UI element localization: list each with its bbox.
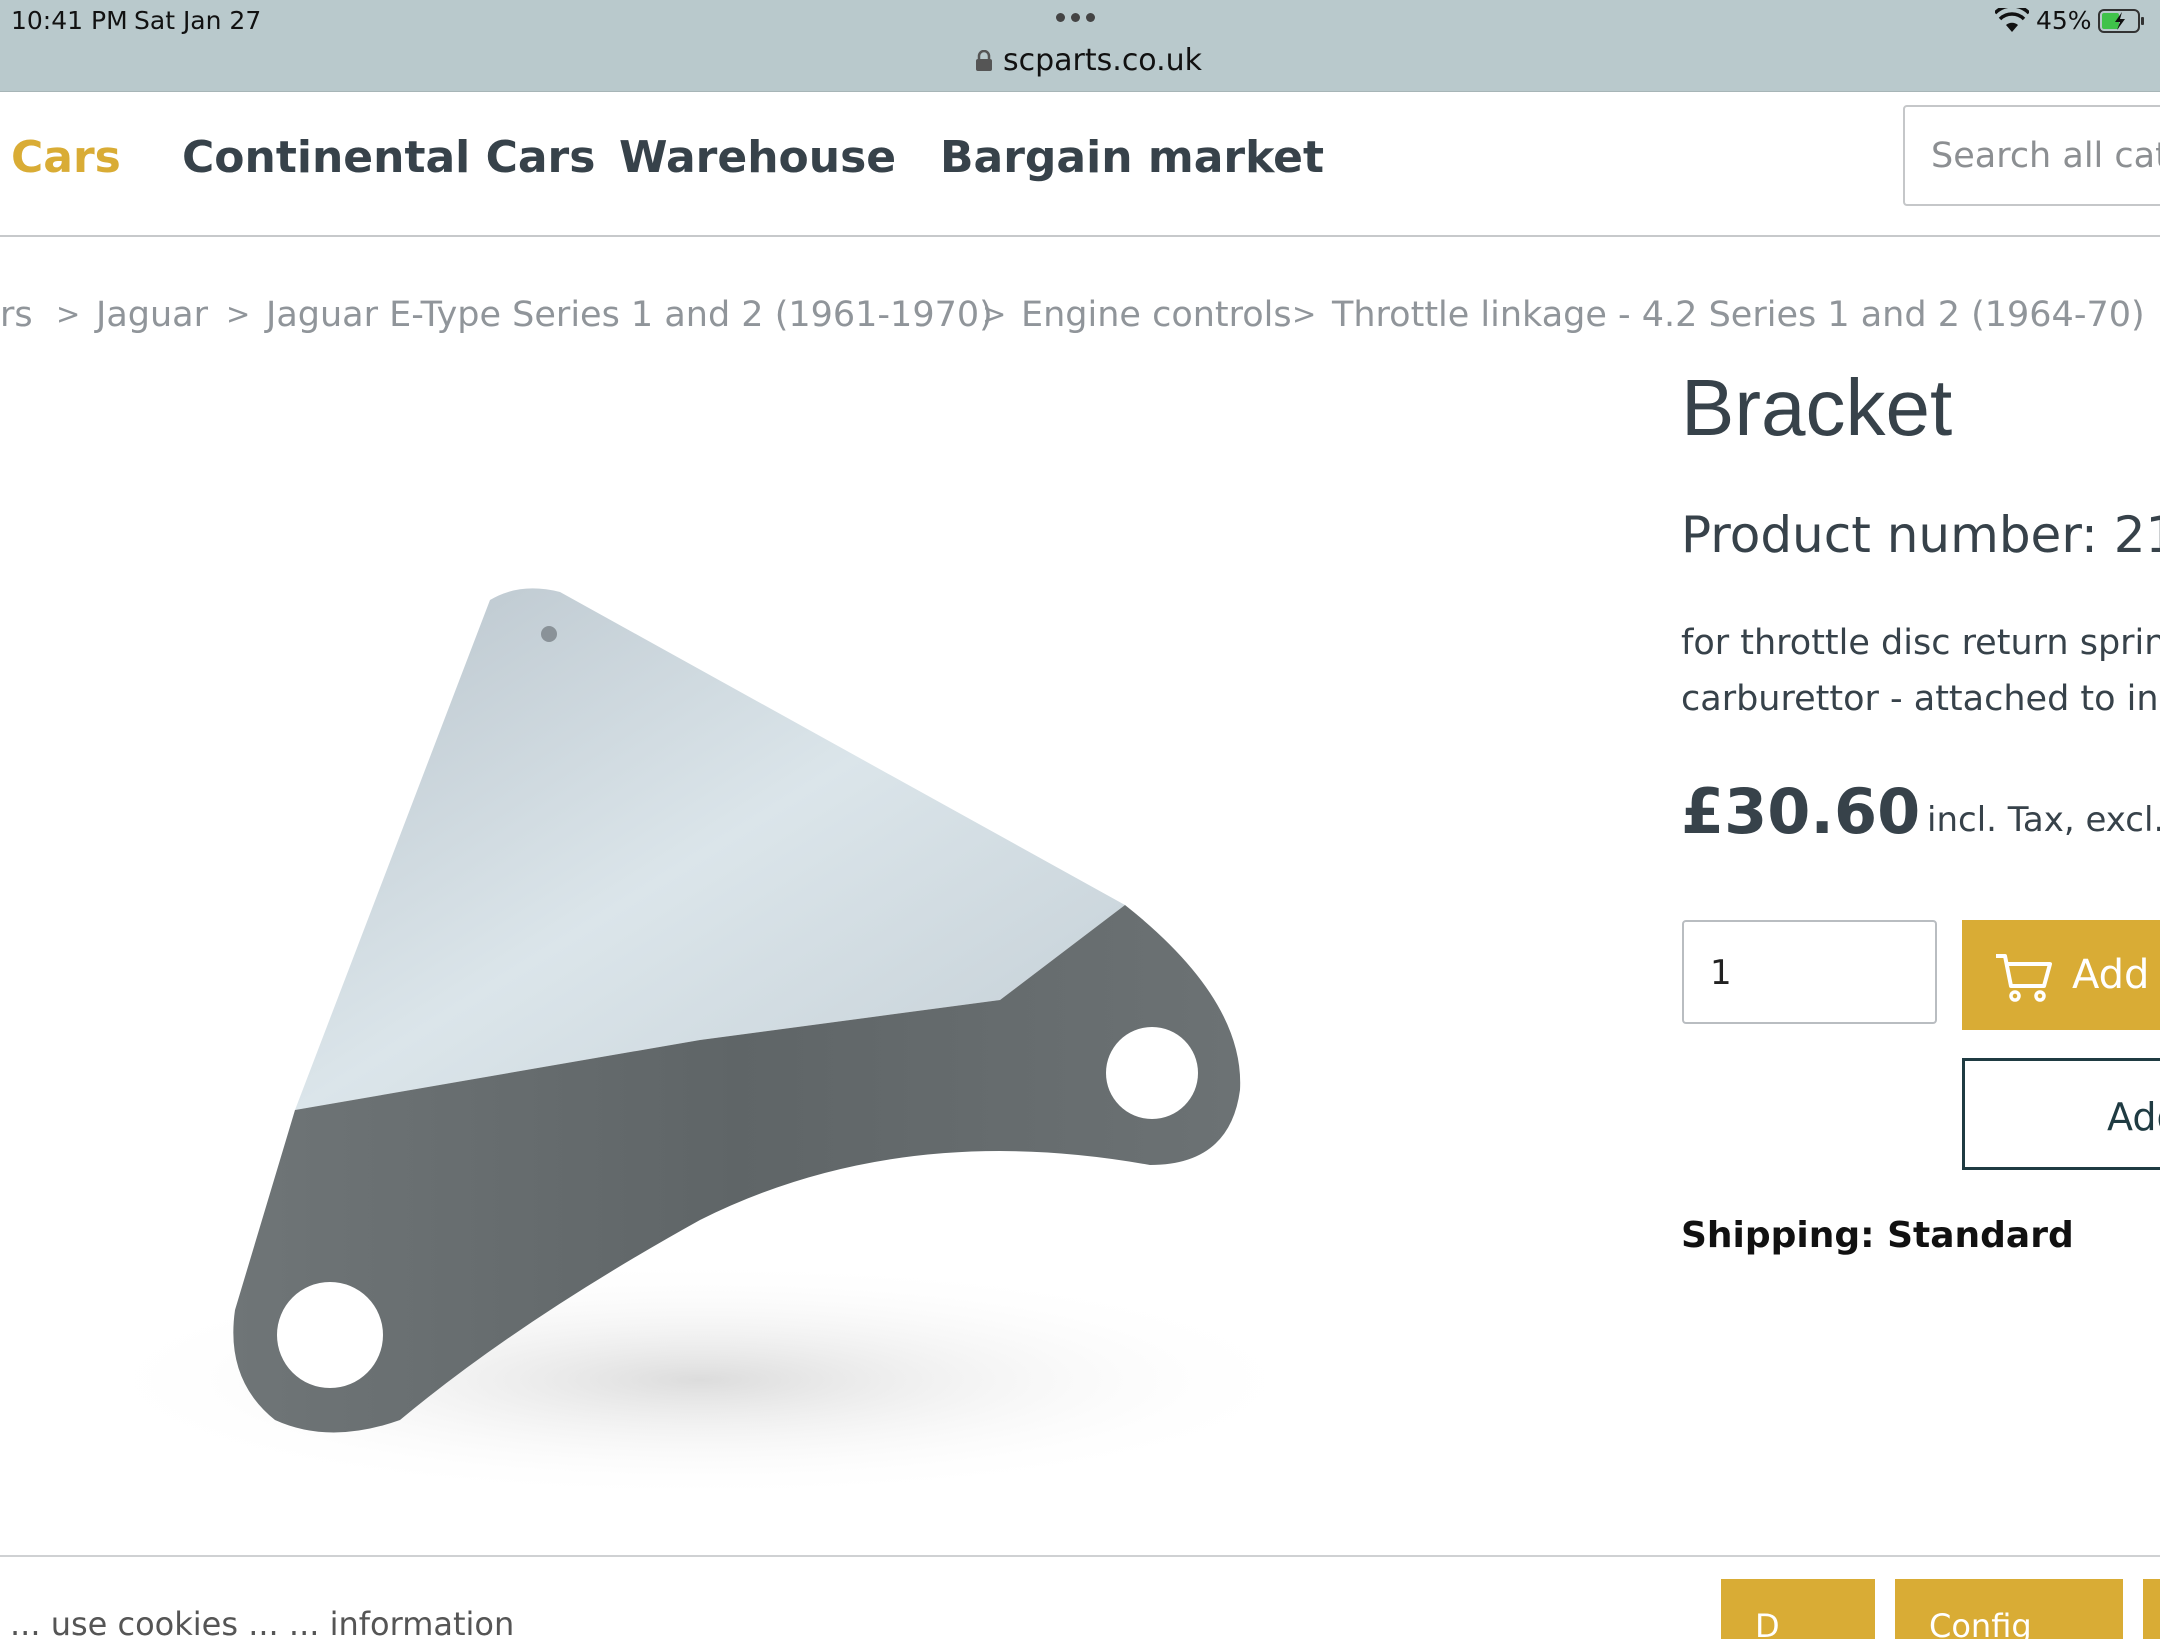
product-image[interactable] [0,400,1550,1550]
nav-item-bargain-market[interactable]: Bargain market [940,132,1324,183]
product-number: Product number: 210 [1681,506,2160,564]
cookie-text: ... use cookies ... ... information [10,1605,515,1643]
breadcrumb-separator: > [1292,297,1317,331]
breadcrumb-item-engine-controls[interactable]: Engine controls [1021,295,1292,335]
description-line-2: carburettor - attached to in [1681,679,2159,719]
nav-item-cars[interactable]: Cars [11,132,121,183]
cookie-configure-button[interactable]: Config [1895,1579,2123,1639]
cookie-deny-label: D [1755,1607,1780,1639]
main-navigation: Cars Continental Cars Warehouse Bargain … [0,92,2160,237]
status-time: 10:41 PM [11,6,128,35]
lock-icon [976,49,992,71]
status-date: Sat Jan 27 [134,6,262,35]
wifi-icon [1995,8,2029,32]
battery-icon [2098,9,2144,33]
secondary-add-label: Add [2107,1095,2160,1139]
search-input[interactable] [1929,135,2160,177]
search-box[interactable] [1903,105,2160,206]
quantity-input[interactable] [1708,952,1912,994]
shopping-cart-icon [1996,954,2052,1002]
address-bar[interactable]: scparts.co.uk [975,43,1202,78]
breadcrumb-item-throttle-linkage[interactable]: Throttle linkage - 4.2 Series 1 and 2 (1… [1332,295,2145,335]
add-to-cart-label: Add [2072,952,2150,998]
product-title: Bracket [1681,363,1953,452]
breadcrumb-separator: > [982,297,1007,331]
tax-note: incl. Tax, excl. [1927,800,2160,840]
description-line-1: for throttle disc return sprin [1681,623,2160,663]
add-to-cart-button[interactable]: Add [1962,920,2160,1030]
product-price: £30.60 [1681,775,1921,848]
cookie-deny-button[interactable]: D [1721,1579,1875,1639]
shipping-info: Shipping: Standard [1681,1215,2074,1256]
breadcrumb-item-jaguar[interactable]: Jaguar [96,295,208,335]
cookie-banner: ... use cookies ... ... information D Co… [0,1555,2160,1643]
cookie-configure-label: Config [1929,1607,2032,1639]
breadcrumb-item-cars[interactable]: rs [0,295,33,335]
cookie-accept-button[interactable] [2143,1579,2160,1639]
battery-percent: 45% [2036,6,2092,35]
browser-status-bar: 10:41 PM Sat Jan 27 scparts.co.uk 45% [0,0,2160,92]
url-text: scparts.co.uk [1003,43,1203,78]
nav-item-continental-cars[interactable]: Continental Cars [182,132,595,183]
secondary-add-button[interactable]: Add [1962,1058,2160,1170]
product-description: for throttle disc return sprin carburett… [1681,615,2160,727]
nav-item-warehouse[interactable]: Warehouse [619,132,896,183]
quantity-field[interactable] [1682,920,1937,1024]
multitasking-dots-icon[interactable] [1056,13,1095,22]
breadcrumb-separator: > [56,297,81,331]
breadcrumb-separator: > [226,297,251,331]
breadcrumb-item-e-type[interactable]: Jaguar E-Type Series 1 and 2 (1961-1970) [266,295,993,335]
